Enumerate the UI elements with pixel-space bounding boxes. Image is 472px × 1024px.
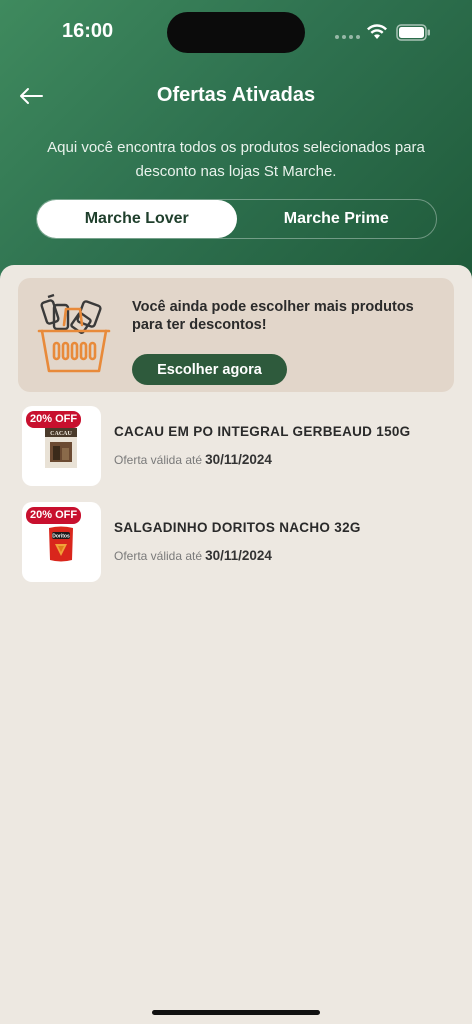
product-name: SALGADINHO DORITOS NACHO 32G	[114, 520, 361, 535]
cocoa-package-image: CACAU	[45, 428, 77, 468]
product-thumbnail: 20% OFF CACAU	[22, 406, 101, 486]
banner-message: Você ainda pode escolher mais produtos p…	[132, 299, 414, 333]
package-label: Doritos	[52, 534, 70, 540]
product-name: CACAU EM PO INTEGRAL GERBEAUD 150G	[114, 424, 411, 439]
validity-date: 30/11/2024	[205, 452, 272, 467]
package-label: CACAU	[50, 431, 72, 437]
offer-validity: Oferta válida até 30/11/2024	[114, 548, 272, 563]
status-bar: 16:00	[0, 0, 472, 62]
home-indicator[interactable]	[152, 1010, 320, 1015]
validity-label: Oferta válida até	[114, 549, 203, 563]
page-subtitle: Aqui você encontra todos os produtos sel…	[47, 139, 425, 180]
dynamic-island	[167, 12, 305, 53]
page-title: Ofertas Ativadas	[156, 84, 316, 106]
list-item[interactable]: 20% OFF CACAU CACAU EM PO INTEGRAL GERBE…	[22, 406, 454, 486]
validity-label: Oferta válida até	[114, 453, 203, 467]
status-time: 16:00	[62, 20, 114, 42]
header: 16:00 Ofertas Ativadas Aqui você encontr…	[0, 0, 472, 290]
choose-products-banner: Você ainda pode escolher mais produtos p…	[18, 278, 454, 392]
nav-bar: Ofertas Ativadas	[0, 74, 472, 118]
wifi-icon	[367, 24, 387, 39]
validity-date: 30/11/2024	[205, 548, 272, 563]
list-item[interactable]: 20% OFF Doritos SALGADINHO DORITOS NACHO…	[22, 502, 454, 582]
tab-marche-lover[interactable]: Marche Lover	[37, 200, 237, 238]
discount-badge: 20% OFF	[26, 411, 82, 428]
content-sheet: Você ainda pode escolher mais produtos p…	[0, 265, 472, 1024]
membership-tabs: Marche Lover Marche Prime	[36, 199, 437, 239]
battery-icon	[396, 24, 430, 41]
tab-marche-prime[interactable]: Marche Prime	[237, 200, 437, 238]
product-thumbnail: 20% OFF Doritos	[22, 502, 101, 582]
choose-now-button[interactable]: Escolher agora	[132, 354, 287, 385]
discount-badge: 20% OFF	[26, 507, 82, 524]
shopping-basket-icon	[37, 293, 111, 373]
cellular-signal-icon	[335, 35, 360, 39]
snack-bag-image: Doritos	[49, 526, 73, 562]
offer-validity: Oferta válida até 30/11/2024	[114, 452, 272, 467]
